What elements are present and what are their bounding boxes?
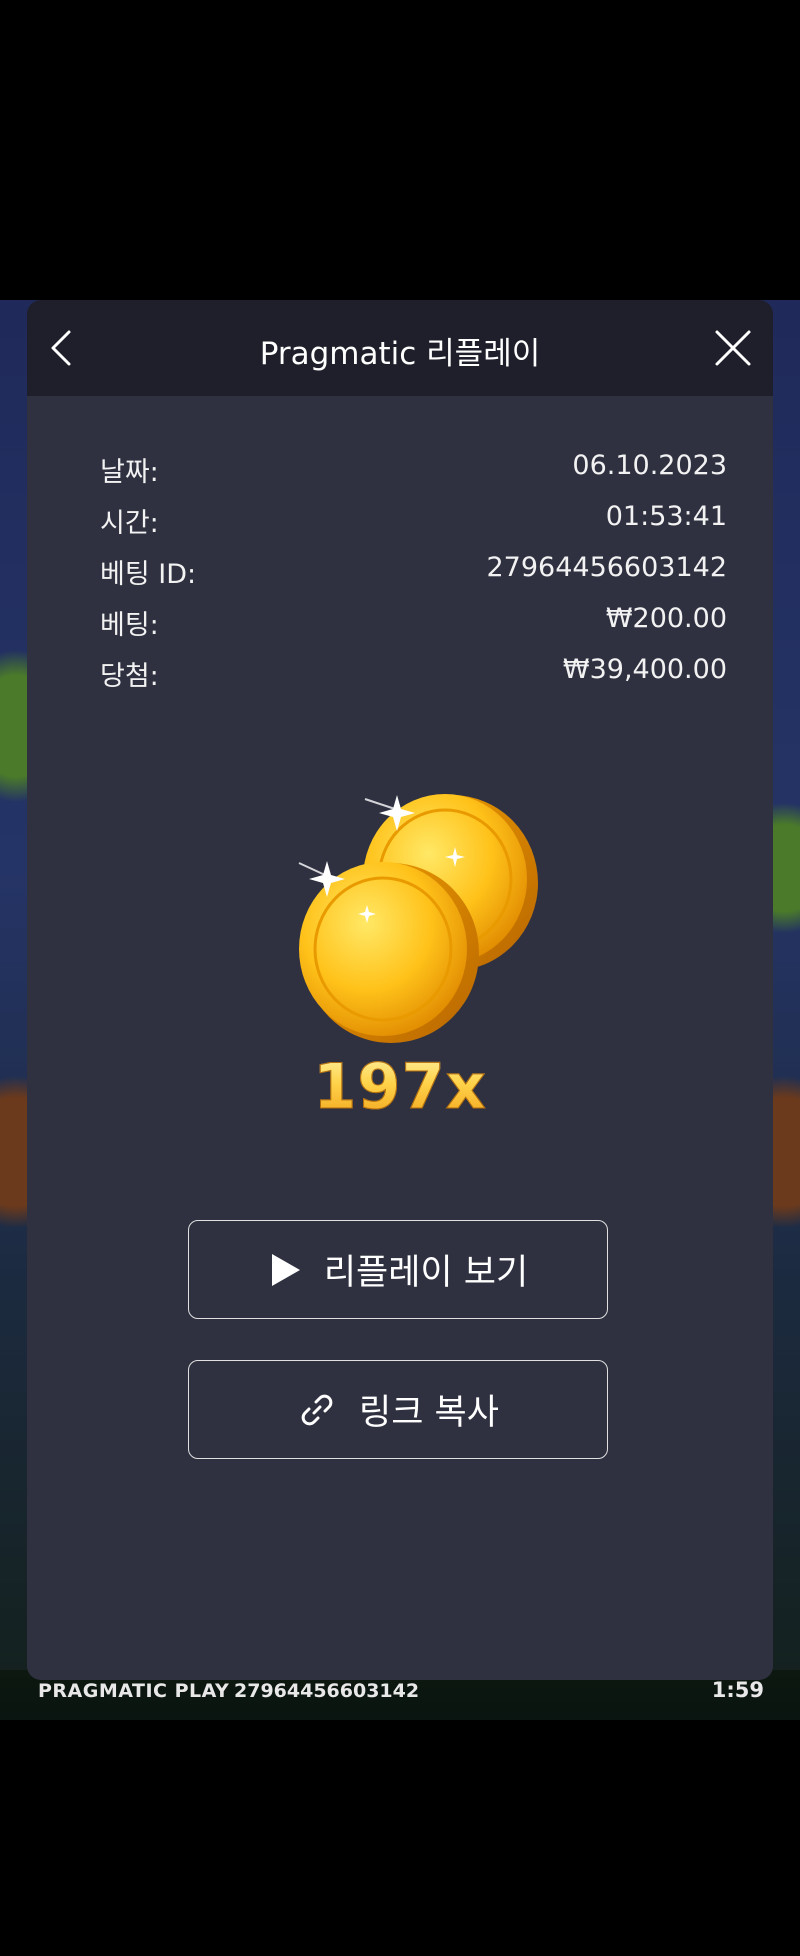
info-row-time: 시간: 01:53:41 <box>100 501 727 552</box>
info-value: 01:53:41 <box>605 501 727 532</box>
game-brand-label: PRAGMATIC PLAY <box>38 1680 230 1702</box>
info-value: ₩39,400.00 <box>562 654 727 685</box>
modal-title: Pragmatic 리플레이 <box>259 336 541 372</box>
copy-link-button[interactable]: 링크 복사 <box>188 1360 608 1459</box>
win-multiplier: 197x <box>27 1050 773 1124</box>
modal-header: Pragmatic 리플레이 <box>27 300 773 396</box>
watch-replay-button[interactable]: 리플레이 보기 <box>188 1220 608 1319</box>
info-label: 당첨: <box>100 661 159 692</box>
info-value: ₩200.00 <box>605 603 727 634</box>
info-row-bet: 베팅: ₩200.00 <box>100 603 727 654</box>
game-bet-id-label: 27964456603142 <box>234 1680 420 1702</box>
info-row-date: 날짜: 06.10.2023 <box>100 450 727 501</box>
info-value: 06.10.2023 <box>572 450 727 481</box>
close-icon <box>715 330 751 366</box>
info-row-bet-id: 베팅 ID: 27964456603142 <box>100 552 727 603</box>
info-row-win: 당첨: ₩39,400.00 <box>100 654 727 705</box>
info-label: 시간: <box>100 508 159 539</box>
bet-info-list: 날짜: 06.10.2023 시간: 01:53:41 베팅 ID: 27964… <box>100 450 727 705</box>
info-label: 베팅 ID: <box>100 559 197 590</box>
copy-link-label: 링크 복사 <box>359 1393 499 1433</box>
close-button[interactable] <box>709 324 757 372</box>
play-icon <box>268 1252 302 1288</box>
info-label: 날짜: <box>100 457 159 488</box>
info-label: 베팅: <box>100 610 159 641</box>
replay-modal: Pragmatic 리플레이 날짜: 06.10.2023 시간: 01:53:… <box>27 300 773 1680</box>
watch-replay-label: 리플레이 보기 <box>323 1253 529 1293</box>
info-value: 27964456603142 <box>486 552 728 583</box>
link-icon <box>297 1390 337 1430</box>
game-clock-label: 1:59 <box>711 1678 764 1702</box>
gold-coins-icon <box>298 794 538 1043</box>
